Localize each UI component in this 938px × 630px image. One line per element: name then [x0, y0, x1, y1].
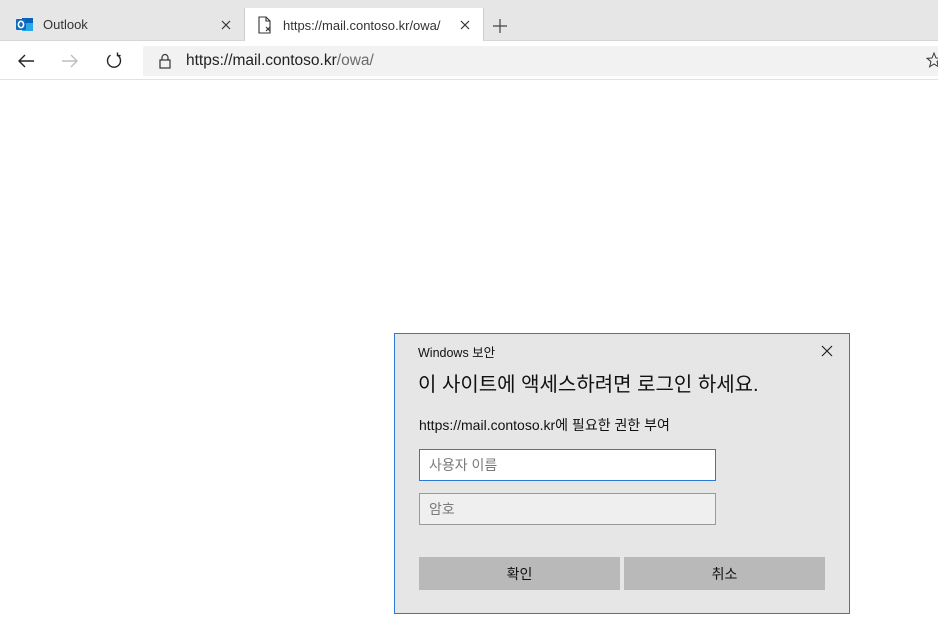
plus-icon	[493, 19, 507, 33]
dialog-close-button[interactable]	[817, 341, 837, 361]
cancel-button[interactable]: 취소	[624, 557, 825, 590]
forward-button[interactable]	[55, 46, 85, 76]
tab-title: https://mail.contoso.kr/owa/	[283, 17, 441, 33]
refresh-button[interactable]	[99, 46, 129, 76]
url-text: https://mail.contoso.kr/owa/	[186, 52, 374, 70]
windows-security-dialog: Windows 보안 이 사이트에 액세스하려면 로그인 하세요. https:…	[394, 333, 850, 614]
close-tab-icon[interactable]	[453, 13, 477, 37]
lock-icon[interactable]	[155, 51, 175, 71]
back-button[interactable]	[11, 46, 41, 76]
refresh-icon	[106, 52, 122, 68]
dialog-heading: 이 사이트에 액세스하려면 로그인 하세요.	[418, 374, 759, 396]
address-bar[interactable]: https://mail.contoso.kr/owa/	[143, 46, 938, 76]
outlook-icon	[16, 16, 33, 33]
tab-outlook[interactable]: Outlook	[0, 8, 244, 41]
dialog-description: https://mail.contoso.kr에 필요한 권한 부여	[419, 417, 670, 433]
tab-title: Outlook	[43, 17, 88, 32]
password-input[interactable]	[419, 493, 716, 525]
url-host: https://mail.contoso.kr	[186, 52, 337, 69]
close-tab-icon[interactable]	[214, 13, 238, 37]
ok-button[interactable]: 확인	[419, 557, 620, 590]
new-tab-button[interactable]	[486, 12, 514, 40]
tab-owa[interactable]: https://mail.contoso.kr/owa/	[244, 8, 484, 42]
page-error-icon	[257, 16, 273, 34]
close-icon	[821, 345, 833, 357]
url-path: /owa/	[336, 52, 374, 69]
navigation-bar: https://mail.contoso.kr/owa/	[0, 41, 938, 80]
username-input[interactable]	[419, 449, 716, 481]
arrow-left-icon	[18, 54, 34, 68]
favorite-star-icon[interactable]	[925, 51, 938, 68]
arrow-right-icon	[62, 54, 78, 68]
dialog-caption: Windows 보안	[418, 346, 496, 360]
tab-strip: Outlook https://mail.contoso.kr/owa/	[0, 0, 938, 42]
